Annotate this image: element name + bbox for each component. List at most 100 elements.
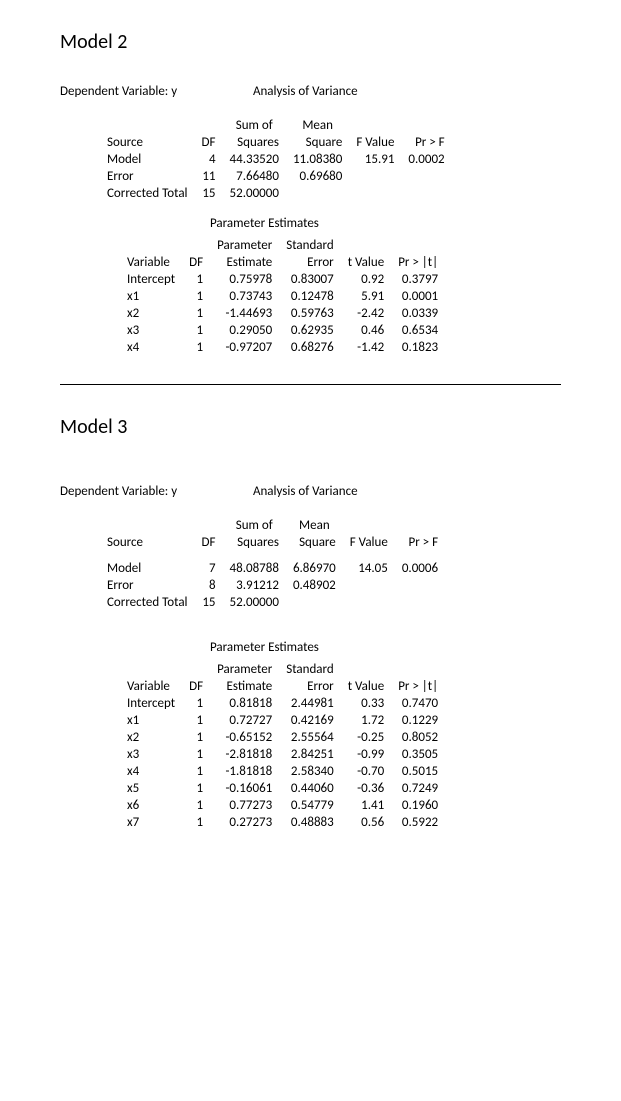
h-error: Error [279, 678, 340, 695]
v: 0.0002 [401, 151, 451, 168]
v: 0.3505 [391, 746, 445, 763]
v: -0.65152 [210, 729, 279, 746]
v: -1.42 [341, 339, 391, 356]
v: 4 [195, 151, 223, 168]
v: 44.33520 [223, 151, 286, 168]
v: x3 [120, 746, 182, 763]
model3-param-table: Parameter Standard Variable DF Estimate … [120, 661, 445, 831]
src-error: Error [100, 168, 195, 185]
v: 1 [182, 695, 210, 712]
h-parameter: Parameter [210, 237, 279, 254]
v: x1 [120, 712, 182, 729]
v: -0.25 [341, 729, 391, 746]
h-estimate: Estimate [210, 254, 279, 271]
v: 0.77273 [210, 797, 279, 814]
table-row: x21-1.446930.59763-2.420.0339 [120, 305, 445, 322]
v: 0.6534 [391, 322, 445, 339]
h-prt: Pr > |t| [391, 678, 445, 695]
v: 1 [182, 729, 210, 746]
src-total: Corrected Total [100, 594, 195, 611]
h-tvalue: t Value [341, 678, 391, 695]
v: 5.91 [341, 288, 391, 305]
v: 11.08380 [286, 151, 349, 168]
h-source: Source [100, 134, 195, 151]
v: 0.56 [341, 814, 391, 831]
v: 0.69680 [286, 168, 349, 185]
table-row: x110.727270.421691.720.1229 [120, 712, 445, 729]
v: x5 [120, 780, 182, 797]
v: x4 [120, 339, 182, 356]
v: -0.36 [341, 780, 391, 797]
table-row: x710.272730.488830.560.5922 [120, 814, 445, 831]
h-sumof: Sum of [223, 517, 286, 534]
v: 0.1229 [391, 712, 445, 729]
v: 0.72727 [210, 712, 279, 729]
v: x1 [120, 288, 182, 305]
v: Intercept [120, 695, 182, 712]
v: 15.91 [349, 151, 401, 168]
v: 1 [182, 746, 210, 763]
table-row: x41-1.818182.58340-0.700.5015 [120, 763, 445, 780]
model2-param-table: Parameter Standard Variable DF Estimate … [120, 237, 445, 356]
h-square: Square [286, 534, 343, 551]
table-row: Corrected Total 15 52.00000 [100, 594, 445, 611]
v: 1 [182, 763, 210, 780]
v: 0.46 [341, 322, 391, 339]
table-row: Model 7 48.08788 6.86970 14.05 0.0006 [100, 551, 445, 577]
v: 0.48883 [279, 814, 340, 831]
v: 15 [195, 594, 223, 611]
table-row: Error 8 3.91212 0.48902 [100, 577, 445, 594]
model2-title: Model 2 [60, 30, 561, 54]
h-mean: Mean [286, 117, 349, 134]
src-model: Model [100, 151, 195, 168]
v: 1 [182, 780, 210, 797]
h-sumof: Sum of [223, 117, 286, 134]
v: 1 [182, 322, 210, 339]
v: 0.5922 [391, 814, 445, 831]
src-error: Error [100, 577, 195, 594]
v: 2.58340 [279, 763, 340, 780]
v: x7 [120, 814, 182, 831]
v: 1 [182, 339, 210, 356]
v: -0.70 [341, 763, 391, 780]
v: 15 [195, 185, 223, 202]
v: 52.00000 [223, 185, 286, 202]
v: -1.81818 [210, 763, 279, 780]
h-fvalue: F Value [349, 134, 401, 151]
v: -1.44693 [210, 305, 279, 322]
h-mean: Mean [286, 517, 343, 534]
param-est-label: Parameter Estimates [210, 640, 561, 655]
v: Intercept [120, 271, 182, 288]
table-row: Model 4 44.33520 11.08380 15.91 0.0002 [100, 151, 452, 168]
table-row: x310.290500.629350.460.6534 [120, 322, 445, 339]
v: 0.62935 [279, 322, 340, 339]
h-df: DF [182, 678, 210, 695]
h-squares: Squares [223, 134, 286, 151]
src-total: Corrected Total [100, 185, 195, 202]
v: x4 [120, 763, 182, 780]
table-row: x610.772730.547791.410.1960 [120, 797, 445, 814]
v: 0.81818 [210, 695, 279, 712]
v: 0.0006 [395, 551, 445, 577]
model2-section: Model 2 Dependent Variable: y Analysis o… [60, 30, 561, 356]
h-df: DF [195, 134, 223, 151]
v: x2 [120, 729, 182, 746]
dep-var-label: Dependent Variable: y [60, 84, 250, 99]
v: 1.72 [341, 712, 391, 729]
aov-label: Analysis of Variance [253, 484, 358, 499]
v: 48.08788 [223, 551, 286, 577]
v: 0.1823 [391, 339, 445, 356]
src-model: Model [100, 551, 195, 577]
v: -2.42 [341, 305, 391, 322]
v: 0.33 [341, 695, 391, 712]
v: 0.8052 [391, 729, 445, 746]
h-source: Source [100, 534, 195, 551]
v: 8 [195, 577, 223, 594]
v: 0.29050 [210, 322, 279, 339]
v: 1 [182, 814, 210, 831]
table-row: x31-2.818182.84251-0.990.3505 [120, 746, 445, 763]
v: x6 [120, 797, 182, 814]
v: 1 [182, 305, 210, 322]
model3-section: Model 3 Dependent Variable: y Analysis o… [60, 415, 561, 831]
h-standard: Standard [279, 661, 340, 678]
